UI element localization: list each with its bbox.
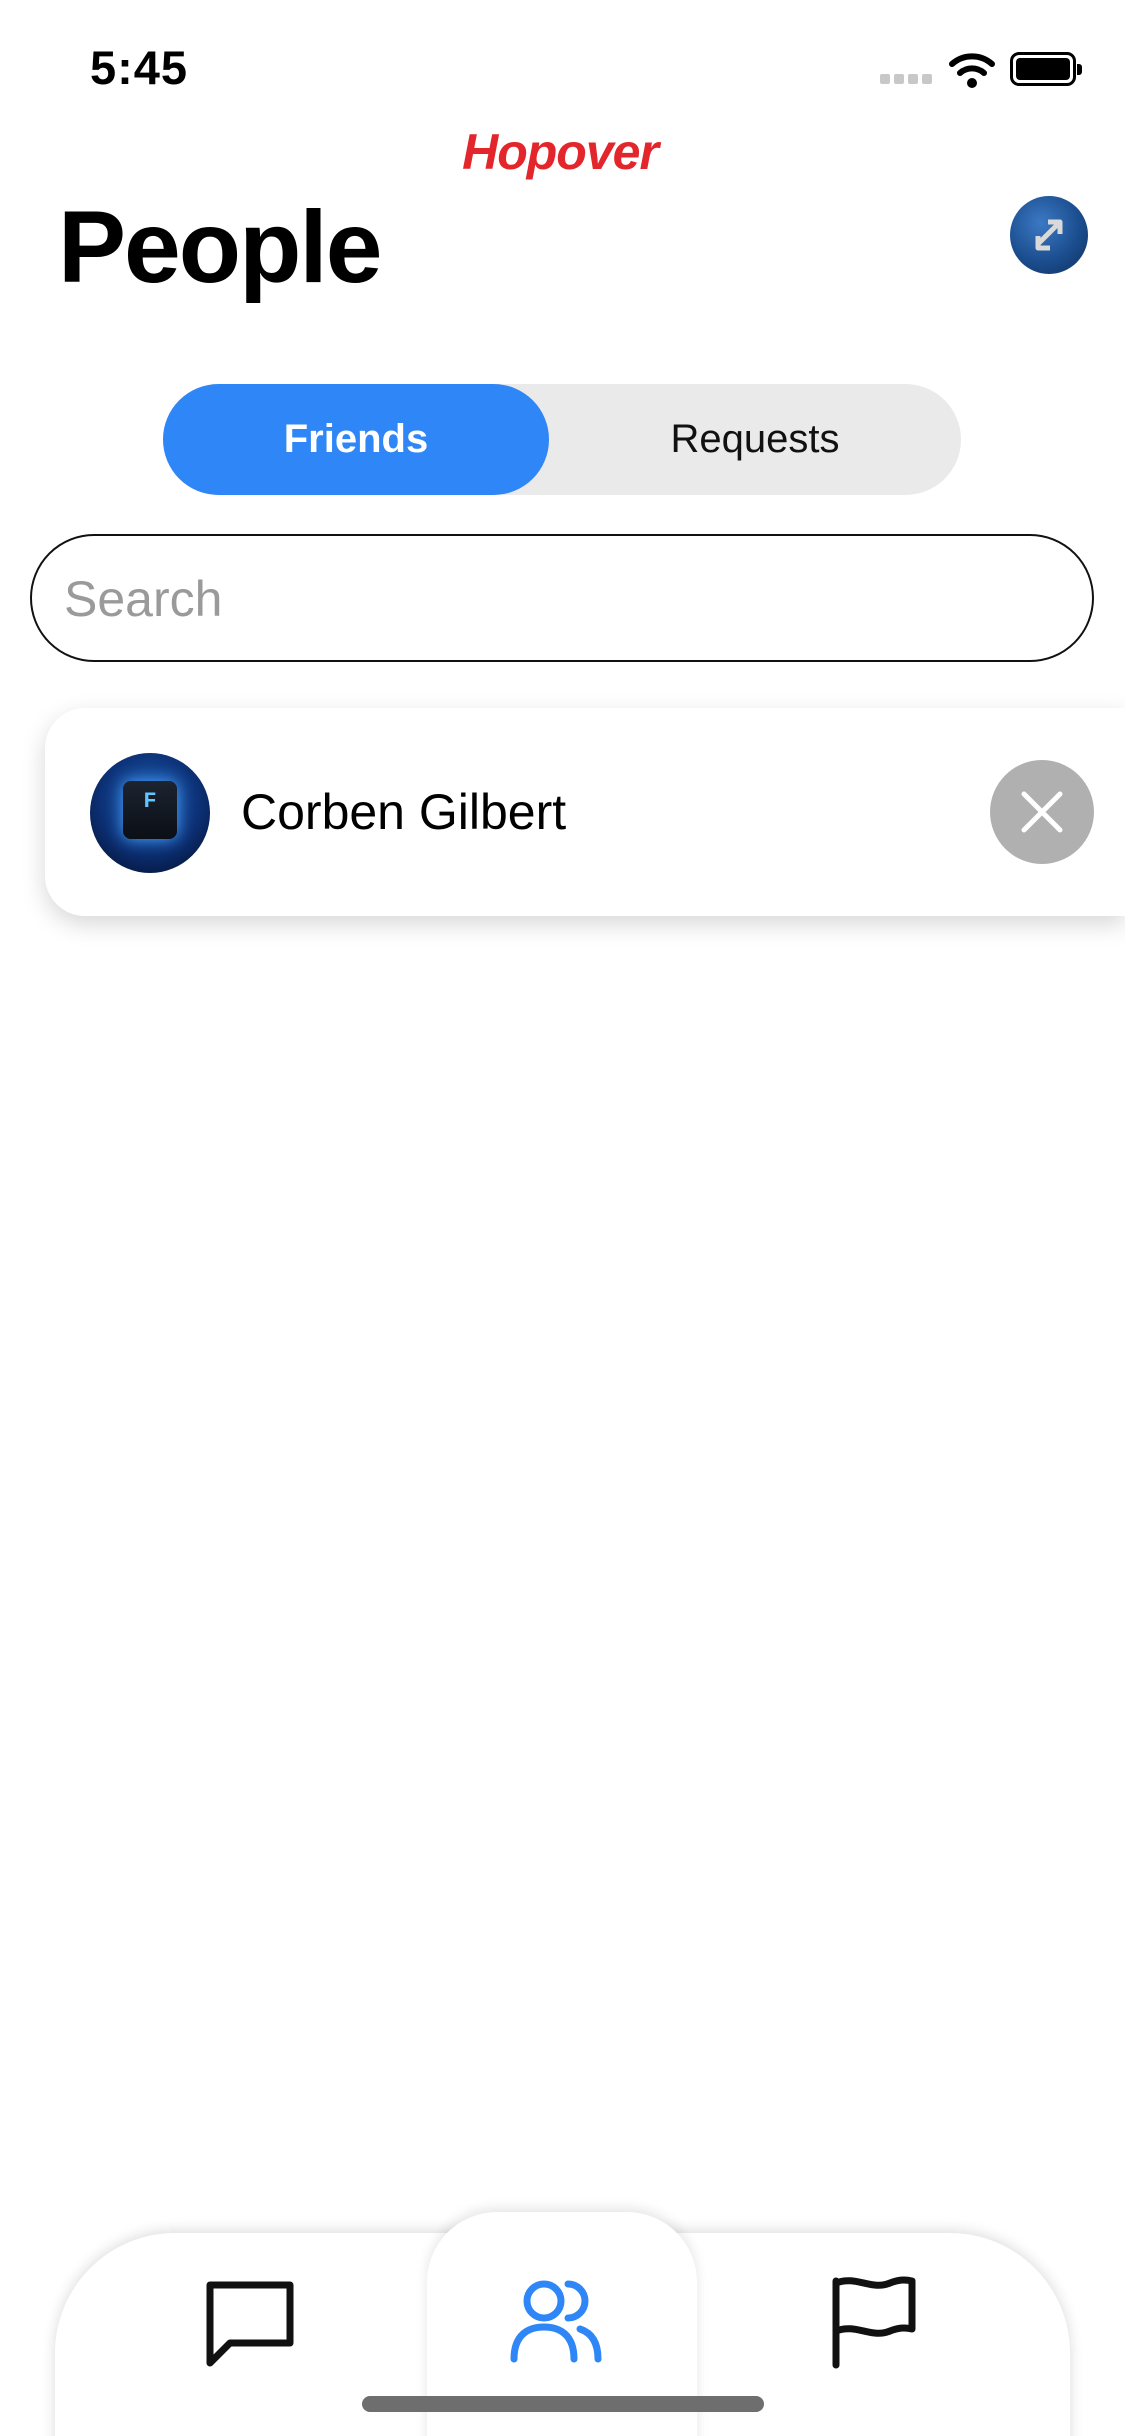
swap-arrows-icon bbox=[1035, 219, 1063, 251]
search-input[interactable] bbox=[62, 536, 1066, 662]
friend-card[interactable]: F Corben Gilbert bbox=[45, 708, 1125, 916]
battery-icon bbox=[1010, 52, 1082, 86]
remove-friend-button[interactable] bbox=[990, 760, 1094, 864]
keyboard-key-icon: F bbox=[123, 781, 177, 839]
friend-avatar: F bbox=[90, 753, 210, 873]
page-title: People bbox=[58, 190, 382, 304]
profile-avatar[interactable] bbox=[1010, 196, 1088, 274]
friends-requests-toggle: Friends Requests bbox=[163, 384, 961, 495]
friend-name: Corben Gilbert bbox=[241, 784, 567, 840]
home-indicator bbox=[362, 2396, 764, 2412]
signal-icon bbox=[880, 74, 932, 86]
people-icon[interactable] bbox=[508, 2273, 604, 2369]
tab-requests[interactable]: Requests bbox=[549, 384, 961, 495]
search-field bbox=[30, 534, 1094, 662]
status-time: 5:45 bbox=[90, 41, 189, 94]
app-logo: Hopover bbox=[440, 122, 680, 182]
wifi-icon bbox=[949, 53, 995, 88]
logo-text: Hopover bbox=[462, 124, 659, 180]
tab-friends[interactable]: Friends bbox=[163, 384, 549, 495]
flag-icon[interactable] bbox=[826, 2273, 922, 2369]
chat-bubble-icon[interactable] bbox=[202, 2275, 298, 2371]
close-icon bbox=[1021, 791, 1063, 833]
people-screen: 5:45 Hopover People Friends Requests F bbox=[0, 0, 1125, 2436]
